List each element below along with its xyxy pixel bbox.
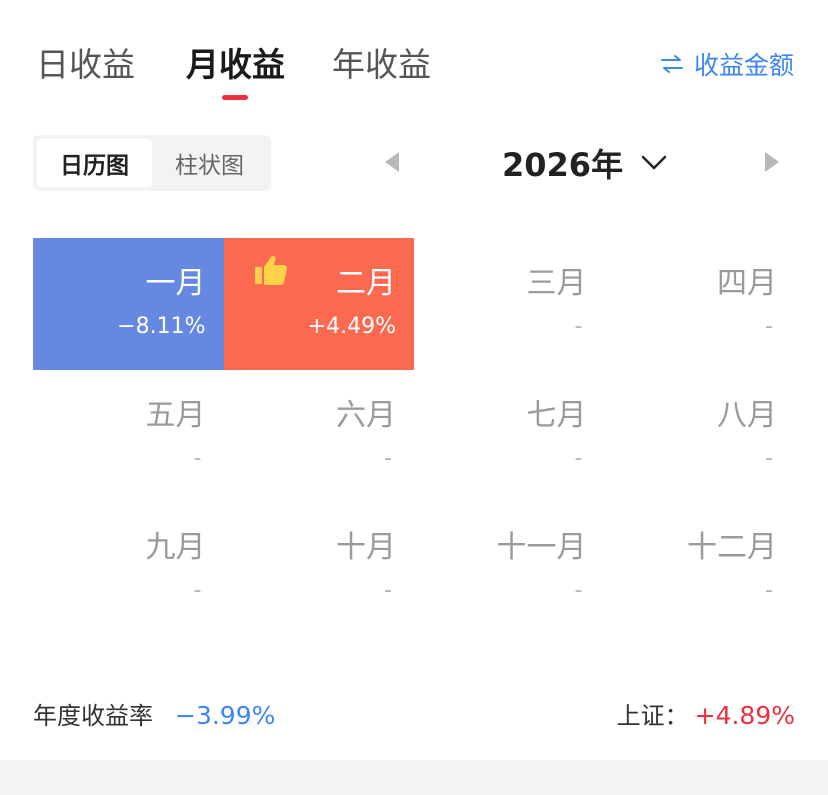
month-cell-jun[interactable]: 六月 - xyxy=(224,370,415,502)
month-name: 四月 xyxy=(717,266,777,301)
month-name: 六月 xyxy=(336,398,396,433)
toggle-return-amount-label: 收益金额 xyxy=(693,51,794,80)
calendar-view-option[interactable]: 日历图 xyxy=(37,139,152,187)
monthly-returns-screen: 日收益 月收益 年收益 收益金额 日历图 柱状图 2026年 一月 −8.11% xyxy=(0,0,828,795)
previous-year-arrow[interactable] xyxy=(385,152,399,172)
month-cell-dec[interactable]: 十二月 - xyxy=(605,502,796,634)
month-return: - xyxy=(384,446,392,471)
index-label: 上证： xyxy=(616,702,689,730)
month-name: 五月 xyxy=(145,398,206,433)
annual-return-label: 年度收益率 xyxy=(33,702,153,730)
month-return: - xyxy=(574,314,583,339)
year-selector[interactable]: 2026年 xyxy=(502,140,667,186)
annual-return: 年度收益率 −3.99% xyxy=(33,696,275,731)
bar-chart-view-option[interactable]: 柱状图 xyxy=(152,139,267,187)
month-cell-sep[interactable]: 九月 - xyxy=(33,502,224,634)
section-divider xyxy=(0,760,828,795)
month-return: - xyxy=(765,446,773,471)
month-name: 七月 xyxy=(526,398,587,433)
returns-tab-bar: 日收益 月收益 年收益 收益金额 xyxy=(0,32,828,102)
month-grid: 一月 −8.11% 二月 +4.49% 三月 - 四月 - 五月 - 六月 - … xyxy=(33,238,795,634)
swap-arrows-icon xyxy=(660,55,683,73)
month-return: −8.11% xyxy=(117,314,206,339)
month-name: 三月 xyxy=(526,266,587,301)
chevron-down-icon xyxy=(641,155,667,170)
annual-return-value: −3.99% xyxy=(175,701,276,730)
chart-view-toggle: 日历图 柱状图 xyxy=(33,135,271,191)
annual-summary: 年度收益率 −3.99% 上证： +4.89% xyxy=(33,696,795,736)
month-cell-jan[interactable]: 一月 −8.11% xyxy=(33,238,224,370)
month-cell-aug[interactable]: 八月 - xyxy=(605,370,796,502)
month-cell-apr[interactable]: 四月 - xyxy=(605,238,796,370)
active-tab-indicator xyxy=(222,95,248,100)
thumbs-up-icon xyxy=(254,255,287,285)
month-return: - xyxy=(765,578,773,603)
month-cell-mar[interactable]: 三月 - xyxy=(414,238,605,370)
tab-yearly-returns[interactable]: 年收益 xyxy=(332,38,431,86)
month-cell-nov[interactable]: 十一月 - xyxy=(414,502,605,634)
month-cell-may[interactable]: 五月 - xyxy=(33,370,224,502)
month-return: - xyxy=(193,446,202,471)
month-name: 九月 xyxy=(145,530,206,565)
index-value: +4.89% xyxy=(694,701,795,730)
month-return: - xyxy=(574,446,583,471)
month-return: - xyxy=(574,578,583,603)
month-return: +4.49% xyxy=(307,314,396,339)
month-row: 九月 - 十月 - 十一月 - 十二月 - xyxy=(33,502,795,634)
month-row: 五月 - 六月 - 七月 - 八月 - xyxy=(33,370,795,502)
year-label: 2026年 xyxy=(502,146,624,184)
month-row: 一月 −8.11% 二月 +4.49% 三月 - 四月 - xyxy=(33,238,795,370)
month-name: 二月 xyxy=(336,266,396,301)
month-cell-feb[interactable]: 二月 +4.49% xyxy=(223,238,414,370)
month-cell-jul[interactable]: 七月 - xyxy=(414,370,605,502)
tab-monthly-returns[interactable]: 月收益 xyxy=(186,38,285,86)
month-return: - xyxy=(193,578,202,603)
next-year-arrow[interactable] xyxy=(765,152,779,172)
toggle-return-amount-link[interactable]: 收益金额 xyxy=(660,46,794,82)
month-name: 一月 xyxy=(145,266,206,301)
month-return: - xyxy=(384,578,392,603)
month-name: 十二月 xyxy=(687,530,777,565)
month-name: 十一月 xyxy=(496,530,587,565)
month-name: 八月 xyxy=(717,398,777,433)
month-cell-oct[interactable]: 十月 - xyxy=(224,502,415,634)
tab-daily-returns[interactable]: 日收益 xyxy=(36,38,135,86)
month-name: 十月 xyxy=(336,530,396,565)
month-return: - xyxy=(765,314,773,339)
index-comparison: 上证： +4.89% xyxy=(617,696,795,731)
